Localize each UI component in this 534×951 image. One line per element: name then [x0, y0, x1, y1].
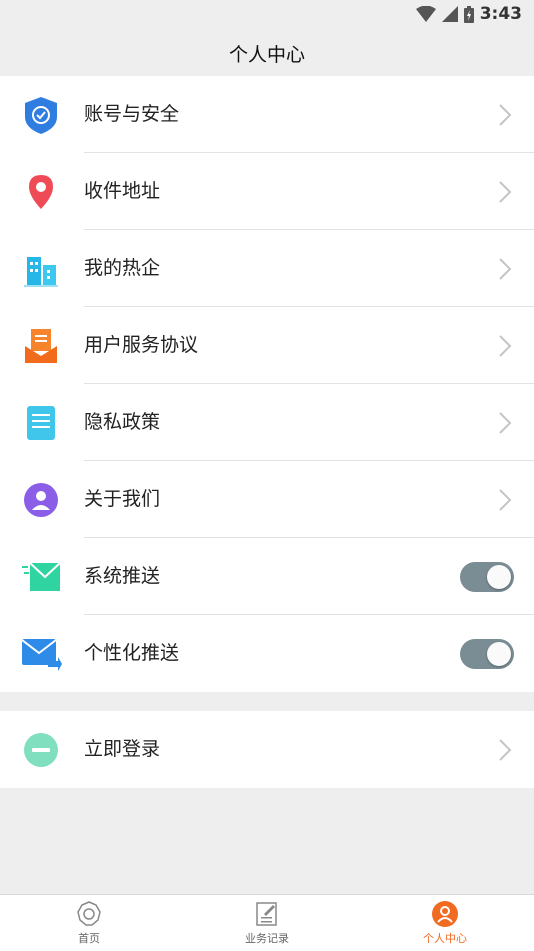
chevron-right-icon	[499, 258, 512, 280]
location-pin-icon	[29, 175, 53, 209]
toggle-knob	[487, 565, 511, 589]
building-icon	[24, 257, 58, 287]
mail-icon	[22, 562, 61, 591]
personalized-push-toggle[interactable]	[460, 639, 514, 669]
signal-icon	[441, 6, 458, 22]
menu-item-label: 用户服务协议	[84, 334, 199, 356]
system-push-toggle[interactable]	[460, 562, 514, 592]
menu-item-label: 我的热企	[84, 257, 161, 279]
wifi-icon	[415, 6, 436, 22]
user-avatar-icon	[24, 483, 58, 517]
tab-home[interactable]: 首页	[0, 895, 178, 951]
menu-item-account-security[interactable]: 账号与安全	[0, 76, 534, 153]
menu-item-user-agreement[interactable]: 用户服务协议	[0, 307, 534, 384]
menu-item-label: 收件地址	[84, 180, 161, 202]
toggle-row-system-push: 系统推送	[0, 538, 534, 615]
agreement-envelope-icon	[25, 329, 57, 363]
chevron-right-icon	[499, 412, 512, 434]
mail-forward-icon	[21, 639, 62, 671]
menu-item-label: 隐私政策	[84, 411, 161, 433]
chevron-right-icon	[499, 181, 512, 203]
chevron-right-icon	[499, 335, 512, 357]
bottom-tab-bar: 首页 业务记录 个人中心	[0, 894, 534, 951]
chevron-right-icon	[499, 489, 512, 511]
battery-icon	[463, 5, 474, 23]
menu-item-my-companies[interactable]: 我的热企	[0, 230, 534, 307]
menu-item-shipping-address[interactable]: 收件地址	[0, 153, 534, 230]
menu-item-label: 关于我们	[84, 488, 161, 510]
tab-label: 首页	[78, 932, 100, 945]
chevron-right-icon	[499, 104, 512, 126]
menu-item-privacy-policy[interactable]: 隐私政策	[0, 384, 534, 461]
status-time: 3:43	[479, 4, 522, 24]
document-edit-icon	[256, 902, 277, 926]
document-icon	[27, 406, 55, 440]
menu-item-label: 账号与安全	[84, 103, 180, 125]
tab-business-records[interactable]: 业务记录	[178, 895, 356, 951]
shield-check-icon	[25, 97, 57, 134]
minus-circle-icon	[24, 733, 58, 767]
page-title: 个人中心	[228, 43, 305, 66]
toggle-label: 系统推送	[84, 565, 161, 587]
toggle-knob	[487, 642, 511, 666]
status-bar: 3:43	[0, 0, 534, 30]
header: 个人中心	[0, 30, 534, 76]
login-label: 立即登录	[84, 738, 161, 760]
tab-label: 个人中心	[423, 932, 467, 945]
home-gear-icon	[77, 901, 101, 926]
tab-label: 业务记录	[245, 932, 289, 945]
settings-list: 账号与安全 收件地址 我的热企 用户服务协议 隐私政策 关于我们 系统推送 个性…	[0, 76, 534, 692]
toggle-label: 个性化推送	[84, 642, 180, 664]
login-row[interactable]: 立即登录	[0, 711, 534, 788]
user-icon	[432, 901, 458, 927]
menu-item-about-us[interactable]: 关于我们	[0, 461, 534, 538]
tab-personal-center[interactable]: 个人中心	[356, 895, 534, 951]
toggle-row-personalized-push: 个性化推送	[0, 615, 534, 692]
chevron-right-icon	[499, 739, 512, 761]
